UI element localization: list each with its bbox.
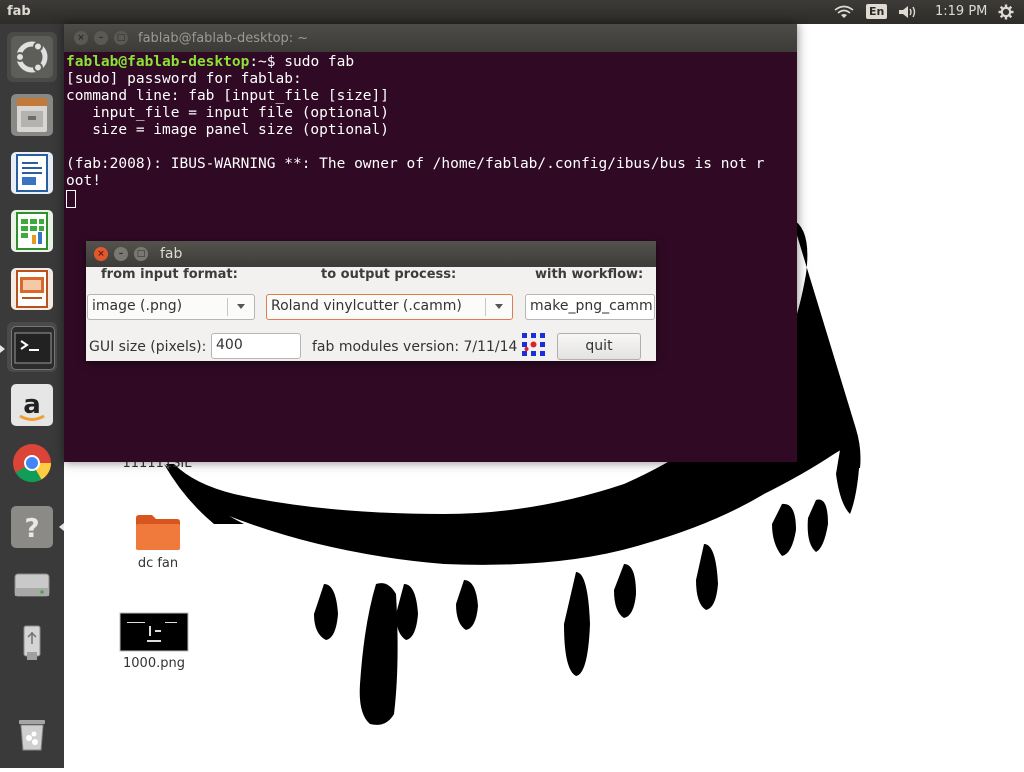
fab-dialog[interactable]: × – □ fab from input format: to output p… xyxy=(86,241,656,361)
close-icon[interactable]: × xyxy=(74,31,88,45)
output-line: (fab:2008): IBUS-WARNING **: The owner o… xyxy=(66,156,765,172)
fab-title: fab xyxy=(160,246,183,262)
launcher-amazon[interactable]: a xyxy=(7,380,57,430)
running-indicator xyxy=(0,345,5,353)
calc-spreadsheet-icon xyxy=(11,210,53,252)
svg-text:?: ? xyxy=(24,514,39,544)
svg-text:a: a xyxy=(23,390,41,420)
impress-presentation-icon xyxy=(11,268,53,310)
clock-time[interactable]: 1:19 PM xyxy=(935,4,987,19)
version-text: fab modules version: 7/11/14 xyxy=(312,339,518,355)
chevron-down-icon xyxy=(495,304,503,309)
input-format-value: image (.png) xyxy=(92,298,183,314)
gui-size-input[interactable]: 400 xyxy=(211,333,301,359)
launcher: a ? xyxy=(0,24,64,768)
desktop-image-1000-png[interactable]: 1000.png xyxy=(114,612,194,671)
launcher-libreoffice-writer[interactable] xyxy=(7,148,57,198)
launcher-libreoffice-impress[interactable] xyxy=(7,264,57,314)
launcher-chromium[interactable] xyxy=(7,438,57,488)
folder-icon xyxy=(136,515,180,550)
prompt-path: :~$ xyxy=(249,54,276,70)
gui-size-value: 400 xyxy=(216,337,243,353)
workflow-field[interactable]: make_png_camm xyxy=(525,294,655,320)
maximize-icon[interactable]: □ xyxy=(114,31,128,45)
terminal-title: fablab@fablab-desktop: ~ xyxy=(138,31,309,46)
launcher-dash-home[interactable] xyxy=(7,32,57,82)
chevron-down-icon xyxy=(237,304,245,309)
output-line: [sudo] password for fablab: xyxy=(66,71,302,87)
launcher-trash[interactable] xyxy=(7,708,57,758)
output-process-value: Roland vinylcutter (.camm) xyxy=(271,298,462,314)
close-icon[interactable]: × xyxy=(94,247,108,261)
minimize-icon[interactable]: – xyxy=(94,31,108,45)
usb-icon xyxy=(11,622,53,664)
file-cabinet-icon xyxy=(11,94,53,136)
prompt-user: fablab@fablab-desktop xyxy=(66,54,250,70)
writer-document-icon xyxy=(11,152,53,194)
gui-size-label: GUI size (pixels): xyxy=(89,339,207,355)
input-format-select[interactable]: image (.png) xyxy=(87,294,255,320)
workflow-value: make_png_camm xyxy=(530,298,653,314)
terminal-output[interactable]: fablab@fablab-desktop:~$ sudo fab [sudo]… xyxy=(66,54,764,208)
volume-icon[interactable] xyxy=(898,5,918,23)
output-line: command line: fab [input_file [size]] xyxy=(66,88,390,104)
trash-icon xyxy=(11,712,53,754)
image-label: 1000.png xyxy=(123,656,185,671)
prompt-command: sudo fab xyxy=(275,54,355,70)
text-cursor xyxy=(66,190,76,208)
output-line: size = image panel size (optional) xyxy=(66,122,390,138)
launcher-help[interactable]: ? xyxy=(7,502,57,552)
quit-button[interactable]: quit xyxy=(557,333,641,360)
top-panel: fab En 1:19 PM xyxy=(0,0,1024,24)
question-mark-icon: ? xyxy=(11,506,53,548)
settings-gear-icon[interactable] xyxy=(998,4,1014,24)
keyboard-layout-indicator[interactable]: En xyxy=(866,4,888,19)
folder-label: dc fan xyxy=(137,556,179,571)
desktop-folder-dc-fan[interactable]: dc fan xyxy=(118,512,198,571)
launcher-usb-drive[interactable] xyxy=(7,618,57,668)
chrome-icon xyxy=(11,442,53,484)
maximize-icon[interactable]: □ xyxy=(134,247,148,261)
amazon-icon: a xyxy=(11,384,53,426)
launcher-libreoffice-calc[interactable] xyxy=(7,206,57,256)
output-process-select[interactable]: Roland vinylcutter (.camm) xyxy=(266,294,513,320)
output-process-label: to output process: xyxy=(321,267,457,282)
fab-logo-icon xyxy=(520,331,548,363)
terminal-icon xyxy=(11,326,55,370)
minimize-icon[interactable]: – xyxy=(114,247,128,261)
terminal-titlebar[interactable]: × – □ fablab@fablab-desktop: ~ xyxy=(64,24,797,52)
output-line: oot! xyxy=(66,173,101,189)
launcher-terminal[interactable] xyxy=(7,322,57,372)
launcher-disk-drive[interactable] xyxy=(7,560,57,610)
active-app-title: fab xyxy=(7,4,31,19)
launcher-files[interactable] xyxy=(7,90,57,140)
wifi-icon[interactable] xyxy=(834,5,854,23)
output-line: input_file = input file (optional) xyxy=(66,105,390,121)
input-format-label: from input format: xyxy=(101,267,238,282)
workflow-label: with workflow: xyxy=(535,267,644,282)
hard-drive-icon xyxy=(11,564,53,606)
image-thumbnail-icon xyxy=(119,612,189,652)
fab-titlebar[interactable]: × – □ fab xyxy=(86,241,656,267)
ubuntu-logo-icon xyxy=(11,36,53,78)
